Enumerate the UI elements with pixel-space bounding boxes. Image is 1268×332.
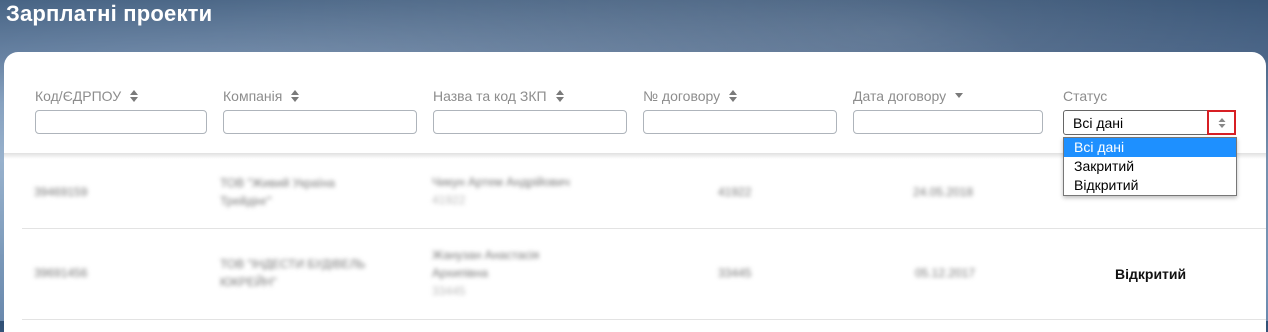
company-line: Трейдінг" (220, 194, 272, 208)
sort-updown-icon[interactable] (555, 89, 565, 103)
company-line: ТОВ "ІНДЕСТИ БУДІВЕЛЬ (220, 257, 366, 271)
company-line: ТОВ "Живий Україна (220, 176, 335, 190)
row-company: ТОВ "ІНДЕСТИ БУДІВЕЛЬ ЮКРЕЙН" (220, 255, 365, 291)
company-filter-input[interactable] (223, 110, 417, 134)
row-zkp: Жанузан Анастасія Архипівна 33445 (432, 246, 539, 300)
contract-date-filter-input[interactable] (853, 110, 1043, 134)
zkp-filter-input[interactable] (433, 110, 627, 134)
sort-down-icon[interactable] (954, 89, 964, 103)
column-header-contract-no[interactable]: № договору (643, 87, 837, 105)
zkp-name: Архипівна (432, 266, 489, 280)
column-header-company[interactable]: Компанія (223, 87, 417, 105)
row-contract-no: 33445 (718, 266, 752, 280)
row-zkp: Чикун Артем Андрійович 41922 (432, 173, 570, 209)
zkp-code: 33445 (432, 284, 466, 298)
zkp-name: Чикун Артем Андрійович (432, 175, 570, 189)
row-divider (22, 319, 1266, 320)
column-header-zkp[interactable]: Назва та код ЗКП (433, 87, 627, 105)
row-status: Відкритий (1115, 266, 1187, 282)
row-company: ТОВ "Живий Україна Трейдінг" (220, 174, 335, 210)
column-label: Статус (1063, 88, 1108, 104)
column-header-contract-date[interactable]: Дата договору (853, 87, 1043, 105)
sort-updown-icon[interactable] (129, 89, 139, 103)
filter-col-contract-date: Дата договору (853, 87, 1043, 134)
status-option-all[interactable]: Всі дані (1064, 138, 1236, 157)
column-label: № договору (643, 88, 721, 104)
table-row[interactable]: 39691456 ТОВ "ІНДЕСТИ БУДІВЕЛЬ ЮКРЕЙН" Ж… (4, 229, 1266, 319)
row-contract-no: 41922 (718, 185, 752, 199)
column-label: Код/ЄДРПОУ (35, 88, 122, 104)
zkp-name: Жанузан Анастасія (432, 248, 540, 262)
code-filter-input[interactable] (35, 110, 207, 134)
row-contract-date: 05.12.2017 (915, 266, 976, 280)
select-updown-icon[interactable] (1207, 110, 1236, 135)
sort-updown-icon[interactable] (728, 89, 738, 103)
column-label: Назва та код ЗКП (433, 88, 547, 104)
sort-updown-icon[interactable] (290, 89, 300, 103)
row-contract-date: 24.05.2018 (913, 185, 974, 199)
page-title: Зарплатні проекти (6, 1, 213, 26)
status-select-value: Всі дані (1073, 115, 1124, 131)
status-select[interactable]: Всі дані (1063, 110, 1236, 135)
column-header-status: Статус (1063, 87, 1236, 105)
status-dropdown: Всі дані Закритий Відкритий (1063, 137, 1237, 196)
filter-col-status: Статус Всі дані (1063, 87, 1236, 135)
filter-col-code: Код/ЄДРПОУ (35, 87, 207, 134)
company-line: ЮКРЕЙН" (220, 275, 277, 289)
filter-col-company: Компанія (223, 87, 417, 134)
column-header-code[interactable]: Код/ЄДРПОУ (35, 87, 207, 105)
filter-col-contract-no: № договору (643, 87, 837, 134)
zkp-code: 41922 (432, 193, 466, 207)
column-label: Компанія (223, 88, 283, 104)
status-option-closed[interactable]: Закритий (1064, 157, 1236, 176)
column-label: Дата договору (853, 88, 947, 104)
row-code: 39469159 (34, 185, 88, 199)
row-code: 39691456 (34, 266, 88, 280)
filter-col-zkp: Назва та код ЗКП (433, 87, 627, 134)
status-option-open[interactable]: Відкритий (1064, 176, 1236, 195)
contract-no-filter-input[interactable] (643, 110, 837, 134)
